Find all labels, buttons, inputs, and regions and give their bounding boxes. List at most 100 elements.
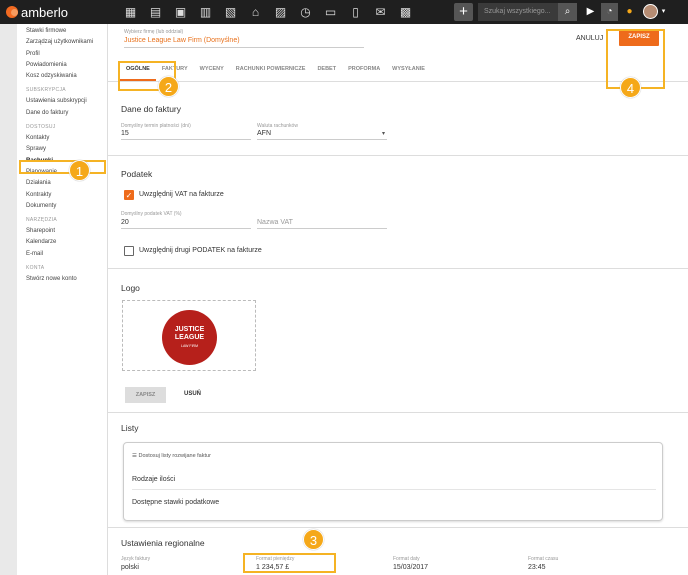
currency-value: AFN [257, 130, 271, 137]
tab-ogolne[interactable]: OGÓLNE [120, 60, 156, 81]
cancel-button[interactable]: ANULUJ [576, 35, 603, 42]
lists-card-header: ☰ Dostosuj listy rozwijane faktur [132, 453, 211, 459]
lists-card: ☰ Dostosuj listy rozwijane faktur Rodzaj… [123, 442, 663, 521]
sidebar-item-e-mail[interactable]: E-mail [17, 249, 107, 260]
sidebar-item-profil[interactable]: Profil [17, 49, 107, 60]
divider [108, 527, 688, 528]
time-format-select[interactable]: 23:45 [528, 564, 653, 573]
invoice-data-title: Dane do faktury [121, 104, 182, 114]
vat-rate-label: Domyślny podatek VAT (%) [121, 211, 182, 217]
timer-icon[interactable]: ◷ [293, 0, 318, 24]
tax-title: Podatek [121, 169, 153, 179]
sidebar-item-rachunki[interactable]: Rachunki [17, 156, 107, 167]
sidebar-item-dokumenty[interactable]: Dokumenty [17, 201, 107, 212]
contacts-icon[interactable]: ▥ [193, 0, 218, 24]
currency-label: Waluta rachunków [257, 123, 298, 129]
sidebar-section-konta: KONTA [26, 265, 45, 272]
caret-down-icon: ▾ [381, 131, 385, 137]
avatar[interactable] [643, 4, 658, 19]
vat-checkbox-label[interactable]: Uwzględnij VAT na fakturze [139, 191, 224, 198]
play-icon[interactable]: ▶ [582, 3, 599, 21]
callout-badge-4: 4 [620, 77, 641, 98]
divider [108, 412, 688, 413]
sidebar-item-kosz-odzyskiwania[interactable]: Kosz odzyskiwania [17, 71, 107, 82]
currency-select[interactable]: AFN ▾ [257, 130, 387, 140]
payment-term-input[interactable]: 15 [121, 130, 251, 140]
money-format-select[interactable]: 1 234,57 £ [256, 564, 386, 573]
firm-select-label: Wybierz firmę (lub oddział) [124, 29, 184, 35]
document-icon[interactable]: ▧ [218, 0, 243, 24]
invoice-language-select[interactable]: polski [121, 564, 241, 573]
callout-badge-1: 1 [69, 160, 90, 181]
regional-settings-title: Ustawienia regionalne [121, 538, 205, 548]
company-logo-image: JUSTICE LEAGUE LAW FIRM [162, 310, 217, 365]
file-icon[interactable]: ▯ [343, 0, 368, 24]
vat-rate-input[interactable]: 20 [121, 219, 251, 229]
callout-badge-2: 2 [158, 76, 179, 97]
tab-wysylanie[interactable]: WYSYŁANIE [386, 60, 431, 81]
vat-checkbox[interactable]: ✓ [124, 190, 134, 200]
sidebar-item-sharepoint[interactable]: Sharepoint [17, 226, 107, 237]
logo-text: JUSTICE LEAGUE [174, 326, 205, 341]
logo-subtext: LAW FIRM [181, 344, 198, 348]
logo-delete-button[interactable]: USUŃ [184, 391, 201, 397]
logo-upload-area[interactable]: JUSTICE LEAGUE LAW FIRM [122, 300, 256, 371]
search-icon[interactable]: ⌕ [558, 3, 577, 21]
amberlo-logo[interactable]: amberlo [0, 0, 100, 24]
sidebar-section-dostosuj: DOSTOSUJ [26, 124, 56, 131]
tab-wyceny[interactable]: WYCENY [194, 60, 230, 81]
sidebar-item-sprawy[interactable]: Sprawy [17, 144, 107, 155]
second-tax-checkbox-label[interactable]: Uwzględnij drugi PODATEK na fakturze [139, 247, 262, 254]
sidebar-item-stawki-firmowe[interactable]: Stawki firmowe [17, 26, 107, 37]
sidebar-item-ustawienia-subskrypcji[interactable]: Ustawienia subskrypcji [17, 96, 107, 107]
divider [108, 155, 688, 156]
sidebar-item-zarzadzaj-uzytkownikami[interactable]: Zarządzaj użytkownikami [17, 37, 107, 48]
firm-select[interactable]: Justice League Law Firm (Domyślne) [124, 37, 364, 48]
sidebar-item-planowanie[interactable]: Planowanie [17, 167, 107, 178]
brand-name: amberlo [21, 4, 68, 20]
mail-icon[interactable]: ✉ [368, 0, 393, 24]
list-item[interactable]: Rodzaje ilości [132, 476, 656, 490]
save-button[interactable]: ZAPISZ [619, 29, 659, 46]
sidebar-item-dzia-ania[interactable]: Działania [17, 178, 107, 189]
sidebar-section-narzedzia: NARZĘDZIA [26, 217, 58, 224]
chevron-down-icon[interactable]: ▾ [659, 3, 668, 21]
tab-debet[interactable]: DEBET [311, 60, 342, 81]
bank-icon[interactable]: ⌂ [243, 0, 268, 24]
calendar-icon[interactable]: ▤ [143, 0, 168, 24]
second-tax-checkbox[interactable] [124, 246, 134, 256]
vat-name-input[interactable]: Nazwa VAT [257, 219, 387, 229]
briefcase-icon[interactable]: ▣ [168, 0, 193, 24]
list-item[interactable]: Dostępne stawki podatkowe [132, 499, 656, 512]
amberlo-logo-icon [6, 6, 18, 18]
chart-icon[interactable]: ▩ [393, 0, 418, 24]
sidebar-item-kalendarze[interactable]: Kalendarze [17, 237, 107, 248]
sidebar-item-powiadomienia[interactable]: Powiadomienia [17, 60, 107, 71]
sidebar-item-dane-do-faktury[interactable]: Dane do faktury [17, 108, 107, 119]
date-format-label: Format daty [393, 556, 420, 562]
tab-rachunki-powiernicze[interactable]: RACHUNKI POWIERNICZE [230, 60, 312, 81]
sidebar-item-kontakty[interactable]: Kontakty [17, 133, 107, 144]
sidebar-item-kontrakty[interactable]: Kontrakty [17, 190, 107, 201]
search-input[interactable]: Szukaj wszystkiego... [478, 3, 558, 21]
bell-icon[interactable]: ● [621, 3, 638, 21]
main-content: Wybierz firmę (lub oddział) Justice Leag… [108, 24, 688, 575]
settings-tabs: OGÓLNE FAKTURY WYCENY RACHUNKI POWIERNIC… [108, 60, 688, 82]
tab-proforma[interactable]: PROFORMA [342, 60, 386, 81]
money-format-label: Format pieniędzy [256, 556, 295, 562]
date-format-select[interactable]: 15/03/2017 [393, 564, 518, 573]
sidebar-item-stworz-nowe-konto[interactable]: Stwórz nowe konto [17, 274, 107, 285]
time-format-label: Format czasu [528, 556, 559, 562]
lists-title: Listy [121, 423, 139, 433]
logo-title: Logo [121, 283, 140, 293]
add-button[interactable]: + [454, 3, 473, 21]
grid-icon[interactable]: ▦ [118, 0, 143, 24]
stopwatch-icon[interactable]: ◔ [601, 3, 618, 21]
calendar-check-icon[interactable]: ▨ [268, 0, 293, 24]
module-icons: ▦ ▤ ▣ ▥ ▧ ⌂ ▨ ◷ ▭ ▯ ✉ ▩ [118, 0, 418, 24]
folder-icon[interactable]: ▭ [318, 0, 343, 24]
settings-sidebar: Stawki firmowe Zarządzaj użytkownikami Pro… [17, 24, 108, 575]
divider [108, 268, 688, 269]
callout-badge-3: 3 [303, 529, 324, 550]
logo-save-button[interactable]: ZAPISZ [125, 387, 166, 403]
